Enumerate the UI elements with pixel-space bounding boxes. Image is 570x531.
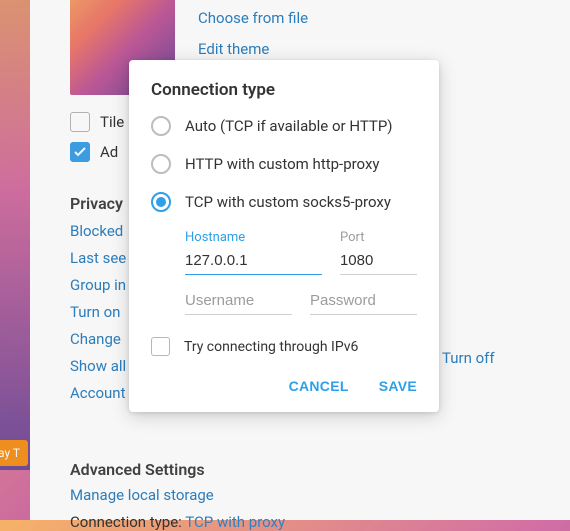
ipv6-label: Try connecting through IPv6 (184, 339, 358, 355)
radio-auto-label: Auto (TCP if available or HTTP) (185, 117, 393, 135)
radio-socks-indicator[interactable] (151, 192, 171, 212)
radio-auto-indicator[interactable] (151, 116, 171, 136)
radio-socks-label: TCP with custom socks5-proxy (185, 193, 391, 211)
radio-auto[interactable]: Auto (TCP if available or HTTP) (151, 116, 417, 136)
radio-socks[interactable]: TCP with custom socks5-proxy (151, 192, 417, 212)
radio-http-indicator[interactable] (151, 154, 171, 174)
radio-http[interactable]: HTTP with custom http-proxy (151, 154, 417, 174)
dialog-title: Connection type (151, 80, 417, 100)
connection-type-dialog: Connection type Auto (TCP if available o… (129, 60, 439, 412)
password-input[interactable] (310, 289, 417, 315)
port-label: Port (340, 230, 417, 245)
username-input[interactable] (185, 289, 292, 315)
save-button[interactable]: SAVE (379, 378, 417, 394)
cancel-button[interactable]: CANCEL (289, 378, 349, 394)
port-input[interactable] (340, 249, 417, 275)
radio-http-label: HTTP with custom http-proxy (185, 155, 380, 173)
hostname-input[interactable] (185, 249, 322, 275)
ipv6-checkbox[interactable] (151, 337, 170, 356)
ipv6-row[interactable]: Try connecting through IPv6 (151, 337, 417, 356)
hostname-label: Hostname (185, 230, 322, 245)
